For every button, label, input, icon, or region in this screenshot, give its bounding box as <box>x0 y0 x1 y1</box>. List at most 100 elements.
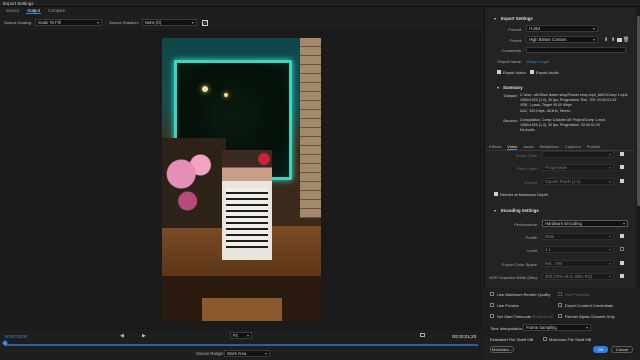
video-flowers <box>162 138 226 228</box>
main-tabs: Source Output Compare <box>0 8 66 14</box>
summary-heading: Summary <box>503 85 523 90</box>
chevron-down-icon: ▾ <box>97 20 100 25</box>
aspect-value: Square Pixels (1.0) <box>545 179 581 184</box>
max-file-size-checkbox[interactable] <box>543 337 547 341</box>
source-scaling-value: Scale To Fill <box>38 20 61 25</box>
profile-checkbox[interactable] <box>620 234 624 238</box>
timeline-track[interactable] <box>4 344 478 346</box>
level-checkbox[interactable] <box>620 247 624 251</box>
chevron-down-icon: ▾ <box>592 37 595 42</box>
export-audio-label: Export Audio <box>536 70 559 75</box>
format-value: H.264 <box>529 26 541 31</box>
source-rotation-label: Source Rotation: <box>109 20 139 25</box>
comments-label: Comments: <box>501 48 522 53</box>
estimated-size-value: 9 MB <box>524 337 534 342</box>
chevron-down-icon: ▾ <box>608 165 611 170</box>
render-max-depth-checkbox[interactable] <box>494 192 498 196</box>
zoom-fit-value: Fit <box>233 333 238 338</box>
format-dropdown[interactable]: H.264 ▾ <box>526 25 598 32</box>
crop-icon[interactable] <box>201 19 208 26</box>
hdr-white-label: HDR Graphics White (Nits): <box>489 275 538 280</box>
aspect-checkbox[interactable] <box>620 179 624 183</box>
time-interpolation-dropdown[interactable]: Frame Sampling ▾ <box>523 324 591 331</box>
aspect-toggle-icon[interactable] <box>420 333 425 337</box>
chevron-down-icon: ▾ <box>246 333 249 338</box>
source-rotation-dropdown[interactable]: None (0) ▾ <box>141 19 197 26</box>
color-space-checkbox[interactable] <box>620 261 624 265</box>
source-range-label: Source Range: <box>196 351 224 356</box>
set-start-timecode-label: Set Start Timecode <box>497 314 532 319</box>
tab-source[interactable]: Source <box>5 8 20 14</box>
profile-dropdown[interactable]: Main ▾ <box>542 233 614 240</box>
metadata-button[interactable]: Metadata... <box>490 346 514 353</box>
frame-rate-dropdown[interactable]: ▾ <box>542 151 614 158</box>
source-range-dropdown[interactable]: Work Area ▾ <box>224 350 270 357</box>
ok-button[interactable]: OK <box>593 346 608 353</box>
frame-rate-checkbox[interactable] <box>620 152 624 156</box>
source-scaling-dropdown[interactable]: Scale To Fill ▾ <box>35 19 103 26</box>
timecode-end: 00;00;01;20 <box>452 334 477 339</box>
timecode-start[interactable]: 00;00;00;00 <box>5 334 27 339</box>
mark-in-icon[interactable]: ◀ <box>120 333 124 339</box>
import-preset-icon[interactable]: ⬆ <box>611 37 615 43</box>
output-name-link[interactable]: Comp 1.mp4 <box>526 59 549 64</box>
performance-label: Performance: <box>513 222 538 227</box>
tab-compare[interactable]: Compare <box>47 8 66 14</box>
zoom-fit-dropdown[interactable]: Fit ▾ <box>230 332 252 339</box>
chevron-down-icon: ▾ <box>191 20 194 25</box>
format-label: Format: <box>508 27 522 32</box>
delete-preset-icon[interactable]: 🗑 <box>623 37 629 43</box>
start-timecode-value[interactable]: 00;00;00;00 <box>532 314 553 319</box>
preset-label: Preset: <box>509 38 522 43</box>
title-bar: Export Settings <box>0 0 640 7</box>
aspect-dropdown[interactable]: Square Pixels (1.0) ▾ <box>542 178 614 185</box>
folder-icon[interactable] <box>617 38 622 42</box>
cancel-button[interactable]: Cancel <box>611 346 633 353</box>
level-dropdown[interactable]: 4.1 ▾ <box>542 246 614 253</box>
save-preset-icon[interactable]: ⬇ <box>604 37 608 43</box>
comments-input[interactable] <box>526 47 626 53</box>
collapse-icon[interactable]: ▾ <box>497 85 499 90</box>
use-proxies-checkbox[interactable] <box>490 303 494 307</box>
preset-dropdown[interactable]: High Bitrate Custom ▾ <box>526 36 598 43</box>
mark-out-icon[interactable]: ▶ <box>142 333 146 339</box>
chevron-down-icon: ▾ <box>264 351 267 356</box>
collapse-icon[interactable]: ▾ <box>494 16 496 21</box>
color-space-dropdown[interactable]: Rec. 709 ▾ <box>542 260 614 267</box>
chevron-down-icon: ▾ <box>592 26 595 31</box>
max-render-quality-label: Use Maximum Render Quality <box>497 292 551 297</box>
summary-source-text: Composition, Comp 1/Adobe AE Project/Com… <box>520 118 606 133</box>
export-audio-checkbox[interactable] <box>530 70 534 74</box>
tab-output[interactable]: Output <box>26 8 41 14</box>
field-order-label: Field Order: <box>516 166 538 171</box>
export-video-checkbox[interactable] <box>497 70 501 74</box>
hdr-white-checkbox[interactable] <box>620 274 624 278</box>
summary-output-label: Output: <box>503 93 518 98</box>
hdr-white-dropdown[interactable]: 203 (75% HLG, 58% PQ) ▾ <box>542 273 614 280</box>
video-brick-wall <box>300 38 321 218</box>
source-scaling-label: Source Scaling: <box>4 20 33 25</box>
performance-dropdown[interactable]: Hardware Encoding ▾ <box>542 220 628 227</box>
panel-scrollbar[interactable] <box>636 8 640 288</box>
source-range-value: Work Area <box>227 351 247 356</box>
time-interpolation-label: Time Interpolation: <box>490 326 523 331</box>
render-alpha-checkbox[interactable] <box>558 314 562 318</box>
field-order-dropdown[interactable]: Progressive ▾ <box>542 164 614 171</box>
use-previews-checkbox[interactable] <box>558 292 562 296</box>
chevron-down-icon: ▾ <box>608 261 611 266</box>
scrollbar-thumb[interactable] <box>636 16 640 206</box>
encoding-settings-heading: Encoding Settings <box>501 208 539 213</box>
max-file-size-value[interactable]: 0 MB <box>582 337 591 342</box>
export-content-credentials-checkbox[interactable] <box>558 303 562 307</box>
window-title: Export Settings <box>3 1 34 6</box>
max-render-quality-checkbox[interactable] <box>490 292 494 296</box>
hdr-white-value: 203 (75% HLG, 58% PQ) <box>545 274 593 279</box>
collapse-icon[interactable]: ▾ <box>494 208 496 213</box>
field-order-checkbox[interactable] <box>620 165 624 169</box>
level-value: 4.1 <box>545 247 551 252</box>
source-settings-row: Source Scaling: Scale To Fill ▾ Source Ro… <box>0 18 482 27</box>
profile-label: Profile: <box>525 235 538 240</box>
aspect-label: Aspect: <box>524 180 538 185</box>
color-space-label: Export Color Space: <box>502 262 538 267</box>
set-start-timecode-checkbox[interactable] <box>490 314 494 318</box>
